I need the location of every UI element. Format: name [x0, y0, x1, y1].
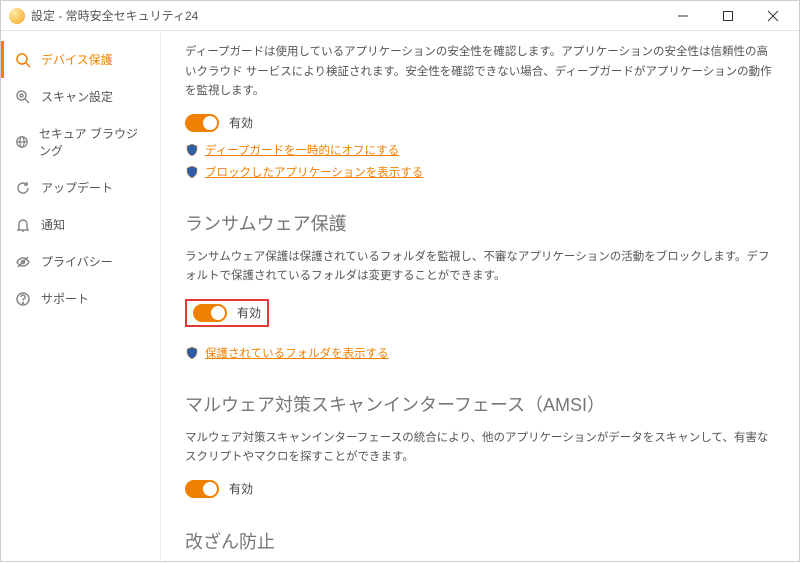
section-tamper: 改ざん防止 改ざん防止は、有害なアプリケーションが製品のコアセキュリティプロセス… [185, 528, 775, 563]
sidebar-item-label: スキャン設定 [41, 88, 113, 105]
sidebar: デバイス保護 スキャン設定 セキュア ブラウジング アップデート 通知 プライバ… [1, 31, 161, 563]
tamper-title: 改ざん防止 [185, 528, 775, 554]
minimize-button[interactable] [660, 2, 705, 30]
sidebar-item-notifications[interactable]: 通知 [1, 206, 160, 243]
content-area[interactable]: ディープガードは使用しているアプリケーションの安全性を確認します。アプリケーショ… [161, 31, 799, 563]
maximize-button[interactable] [705, 2, 750, 30]
sidebar-item-scan-settings[interactable]: スキャン設定 [1, 78, 160, 115]
deepguard-temp-off-link[interactable]: ディープガードを一時的にオフにする [205, 142, 399, 158]
sidebar-item-label: サポート [41, 290, 89, 307]
app-icon [9, 8, 25, 24]
shield-icon [185, 165, 199, 179]
ransomware-toggle[interactable] [193, 304, 227, 322]
ransomware-folders-link[interactable]: 保護されているフォルダを表示する [205, 345, 389, 361]
deepguard-link1-row: ディープガードを一時的にオフにする [185, 142, 775, 158]
deepguard-toggle-label: 有効 [229, 114, 253, 131]
sidebar-item-label: デバイス保護 [41, 51, 113, 68]
amsi-desc: マルウェア対策スキャンインターフェースの統合により、他のアプリケーションがデータ… [185, 429, 775, 468]
close-button[interactable] [750, 2, 795, 30]
refresh-icon [15, 180, 31, 196]
titlebar: 設定 - 常時安全セキュリティ24 [1, 1, 799, 31]
scan-icon [15, 89, 31, 105]
sidebar-item-privacy[interactable]: プライバシー [1, 243, 160, 280]
sidebar-item-support[interactable]: サポート [1, 280, 160, 317]
ransomware-desc: ランサムウェア保護は保護されているフォルダを監視し、不審なアプリケーションの活動… [185, 248, 775, 287]
amsi-toggle[interactable] [185, 480, 219, 498]
ransomware-toggle-row: 有効 [185, 299, 269, 327]
eye-off-icon [15, 254, 31, 270]
help-icon [15, 291, 31, 307]
sidebar-item-label: セキュア ブラウジング [39, 125, 146, 159]
section-ransomware: ランサムウェア保護 ランサムウェア保護は保護されているフォルダを監視し、不審なア… [185, 210, 775, 361]
sidebar-item-device-protection[interactable]: デバイス保護 [1, 41, 160, 78]
shield-search-icon [15, 52, 31, 68]
sidebar-item-secure-browsing[interactable]: セキュア ブラウジング [1, 115, 160, 169]
amsi-toggle-label: 有効 [229, 480, 253, 497]
deepguard-link2-row: ブロックしたアプリケーションを表示する [185, 164, 775, 180]
sidebar-item-label: 通知 [41, 216, 65, 233]
sidebar-item-label: アップデート [41, 179, 113, 196]
bell-icon [15, 217, 31, 233]
shield-icon [185, 346, 199, 360]
section-deepguard: ディープガードは使用しているアプリケーションの安全性を確認します。アプリケーショ… [185, 43, 775, 180]
shield-icon [185, 143, 199, 157]
window-buttons [660, 2, 795, 30]
deepguard-toggle-row: 有効 [185, 114, 775, 132]
ransomware-title: ランサムウェア保護 [185, 210, 775, 236]
window-title: 設定 - 常時安全セキュリティ24 [31, 7, 660, 24]
deepguard-blocked-apps-link[interactable]: ブロックしたアプリケーションを表示する [205, 164, 423, 180]
section-amsi: マルウェア対策スキャンインターフェース（AMSI） マルウェア対策スキャンインタ… [185, 391, 775, 498]
deepguard-desc: ディープガードは使用しているアプリケーションの安全性を確認します。アプリケーショ… [185, 43, 775, 102]
deepguard-toggle[interactable] [185, 114, 219, 132]
globe-icon [15, 134, 29, 150]
sidebar-item-label: プライバシー [41, 253, 113, 270]
ransomware-link1-row: 保護されているフォルダを表示する [185, 345, 775, 361]
amsi-toggle-row: 有効 [185, 480, 775, 498]
amsi-title: マルウェア対策スキャンインターフェース（AMSI） [185, 391, 775, 417]
ransomware-toggle-label: 有効 [237, 304, 261, 321]
sidebar-item-update[interactable]: アップデート [1, 169, 160, 206]
